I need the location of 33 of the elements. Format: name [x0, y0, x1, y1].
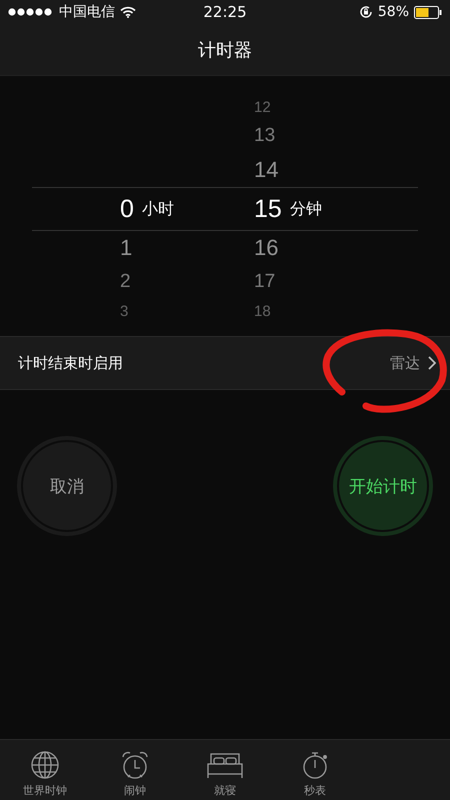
chevron-icon	[428, 356, 436, 370]
cancel-button[interactable]: 取消	[21, 440, 113, 532]
globe-icon	[30, 750, 60, 780]
picker-option[interactable]: 12	[254, 98, 271, 116]
tab[interactable]: 就寝	[180, 740, 270, 800]
picker-option[interactable]: 13	[254, 125, 276, 147]
picker-option[interactable]: 17	[254, 271, 276, 293]
picker-option[interactable]: 16	[254, 235, 278, 261]
carrier-name: 中国电信	[59, 3, 115, 21]
alarm-clock-icon	[120, 750, 150, 780]
battery-percent: 58%	[378, 4, 409, 20]
picker-option[interactable]: 2	[120, 271, 131, 293]
setting-label: 计时结束时启用	[18, 354, 124, 372]
screen-title: 计时器	[198, 38, 252, 62]
setting-row[interactable]: 计时结束时启用 雷达	[0, 336, 450, 390]
tab[interactable]: 世界时钟	[0, 740, 90, 800]
signal-icon	[8, 8, 54, 16]
wifi-icon	[120, 6, 136, 18]
rotation-lock-icon	[358, 5, 373, 19]
picker-option[interactable]: 14	[254, 157, 278, 183]
start-button[interactable]: 开始计时	[337, 440, 429, 532]
picker-option[interactable]: 3	[120, 302, 128, 320]
tab[interactable]: 秒表	[270, 740, 360, 800]
picker-unit: 小时	[142, 198, 174, 220]
tab[interactable]: 闹钟	[90, 740, 180, 800]
status-time: 22:25	[203, 3, 247, 21]
picker-value[interactable]: 0	[120, 194, 134, 224]
picker-value[interactable]: 15	[254, 194, 282, 224]
battery-icon	[414, 6, 442, 18]
picker-option[interactable]: 1	[120, 235, 132, 261]
picker-option[interactable]: 18	[254, 302, 271, 320]
setting-value: 雷达	[390, 354, 420, 372]
picker-unit: 分钟	[290, 198, 322, 220]
